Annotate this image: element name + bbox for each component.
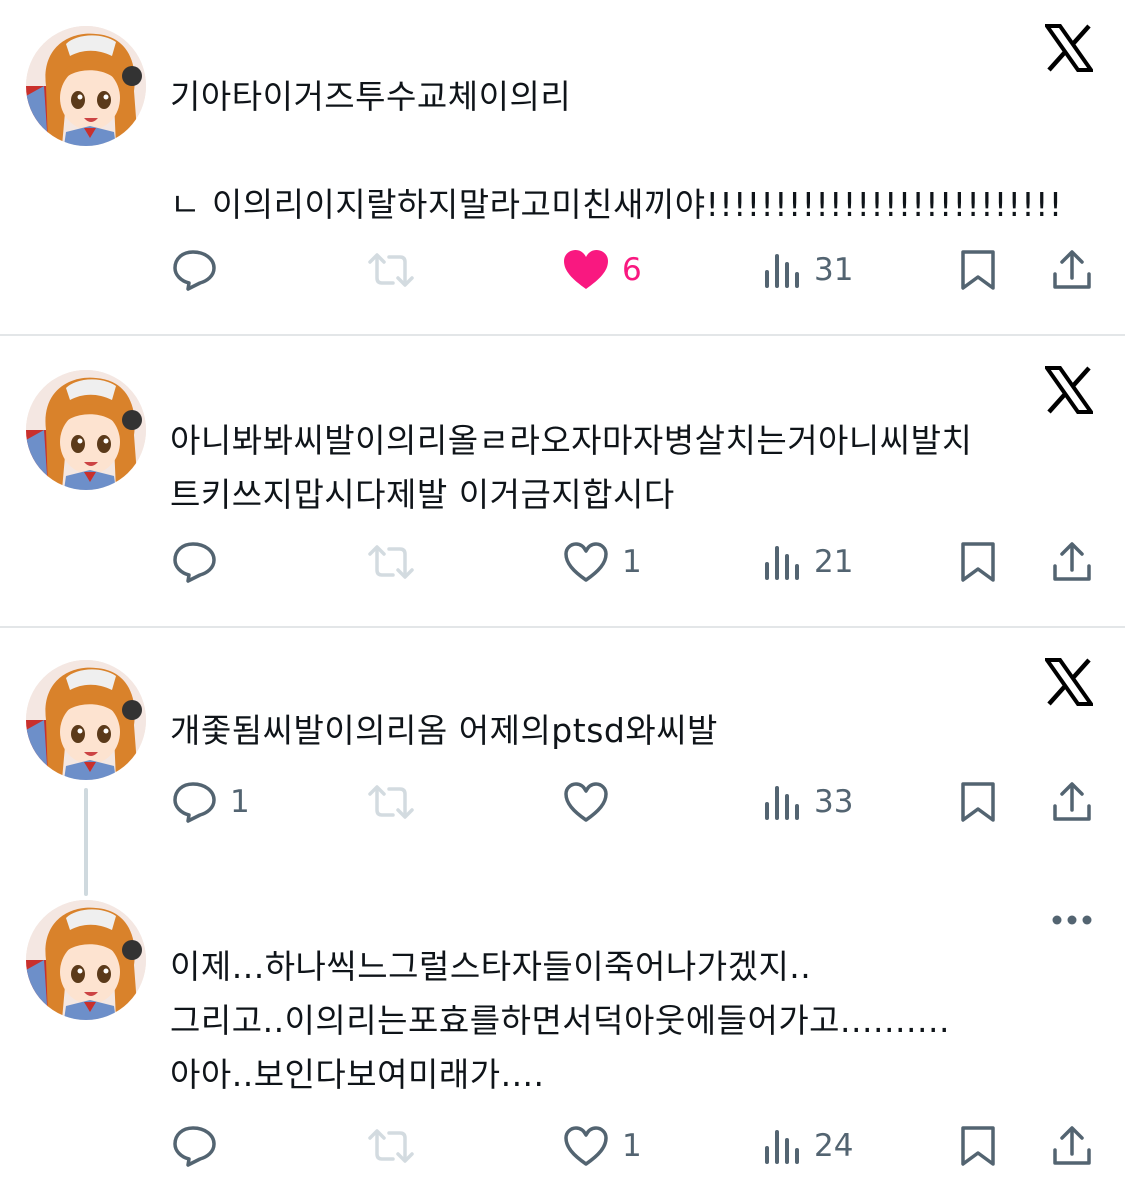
post-1: 기아타이거즈투수교체이의리 ㄴ 이의리이지랄하지말라고미친새끼야!!!!!!!!…: [0, 0, 1125, 334]
views-icon: [762, 250, 802, 290]
avatar[interactable]: [26, 370, 146, 490]
bookmark-button[interactable]: [958, 772, 998, 832]
x-logo-icon: [1043, 658, 1095, 706]
like-count: 1: [622, 544, 642, 580]
repost-icon: [366, 782, 416, 822]
repost-icon: [366, 542, 416, 582]
like-button[interactable]: 6: [562, 240, 642, 300]
bookmark-icon: [958, 780, 998, 824]
repost-icon: [366, 250, 416, 290]
heart-icon: [562, 780, 610, 824]
post-text: 개좇됨씨발이의리옴 어제의ptsd와씨발: [170, 711, 718, 750]
x-logo-icon: [1043, 366, 1095, 414]
share-icon: [1050, 1124, 1094, 1168]
share-button[interactable]: [1050, 1116, 1094, 1176]
views-button[interactable]: 33: [762, 772, 853, 832]
views-icon: [762, 542, 802, 582]
more-dots-icon[interactable]: [1051, 912, 1093, 926]
like-button[interactable]: 1: [562, 532, 642, 592]
like-button[interactable]: 1: [562, 1116, 642, 1176]
action-bar: 1 21: [0, 532, 1125, 592]
share-button[interactable]: [1050, 772, 1094, 832]
views-button[interactable]: 21: [762, 532, 853, 592]
heart-filled-icon: [562, 248, 610, 292]
bookmark-icon: [958, 540, 998, 584]
views-icon: [762, 1126, 802, 1166]
view-count: 31: [814, 252, 854, 288]
post-text: 기아타이거즈투수교체이의리 ㄴ 이의리이지랄하지말라고미친새끼야!!!!!!!!…: [170, 77, 1063, 224]
bookmark-button[interactable]: [958, 1116, 998, 1176]
share-button[interactable]: [1050, 532, 1094, 592]
like-button[interactable]: [562, 772, 622, 832]
bookmark-icon: [958, 1124, 998, 1168]
repost-icon: [366, 1126, 416, 1166]
post-3: 개좇됨씨발이의리옴 어제의ptsd와씨발 1 33: [0, 628, 1125, 890]
view-count: 24: [814, 1128, 854, 1164]
reply-button[interactable]: [172, 532, 230, 592]
action-bar: 1 33: [0, 772, 1125, 832]
reply-count: 1: [230, 784, 250, 820]
like-count: 6: [622, 252, 642, 288]
post-2: 아니봐봐씨발이의리올ㄹ라오자마자병살치는거아니씨발치 트키쓰지맙시다제발 이거금…: [0, 336, 1125, 626]
share-icon: [1050, 248, 1094, 292]
share-button[interactable]: [1050, 240, 1094, 300]
bookmark-icon: [958, 248, 998, 292]
avatar[interactable]: [26, 26, 146, 146]
bookmark-button[interactable]: [958, 532, 998, 592]
thread-connector: [84, 788, 88, 896]
avatar[interactable]: [26, 660, 146, 780]
reply-icon: [172, 541, 218, 583]
post-text: 아니봐봐씨발이의리올ㄹ라오자마자병살치는거아니씨발치 트키쓰지맙시다제발 이거금…: [170, 421, 973, 514]
like-count: 1: [622, 1128, 642, 1164]
share-icon: [1050, 540, 1094, 584]
view-count: 21: [814, 544, 854, 580]
post-4: 이제...하나씩느그럴스타자들이죽어나가겠지.. 그리고..이의리는포효를하면서…: [0, 890, 1125, 1200]
reply-button[interactable]: [172, 240, 230, 300]
x-logo-icon: [1043, 24, 1095, 72]
action-bar: 6 31: [0, 240, 1125, 300]
post-text: 이제...하나씩느그럴스타자들이죽어나가겠지.. 그리고..이의리는포효를하면서…: [170, 947, 950, 1094]
reply-icon: [172, 781, 218, 823]
reply-button[interactable]: [172, 1116, 230, 1176]
heart-icon: [562, 1124, 610, 1168]
repost-button[interactable]: [366, 532, 416, 592]
action-bar: 1 24: [0, 1116, 1125, 1176]
views-button[interactable]: 31: [762, 240, 853, 300]
view-count: 33: [814, 784, 854, 820]
reply-icon: [172, 1125, 218, 1167]
repost-button[interactable]: [366, 772, 416, 832]
views-button[interactable]: 24: [762, 1116, 853, 1176]
repost-button[interactable]: [366, 1116, 416, 1176]
avatar[interactable]: [26, 900, 146, 1020]
reply-button[interactable]: 1: [172, 772, 250, 832]
bookmark-button[interactable]: [958, 240, 998, 300]
share-icon: [1050, 780, 1094, 824]
views-icon: [762, 782, 802, 822]
repost-button[interactable]: [366, 240, 416, 300]
reply-icon: [172, 249, 218, 291]
heart-icon: [562, 540, 610, 584]
